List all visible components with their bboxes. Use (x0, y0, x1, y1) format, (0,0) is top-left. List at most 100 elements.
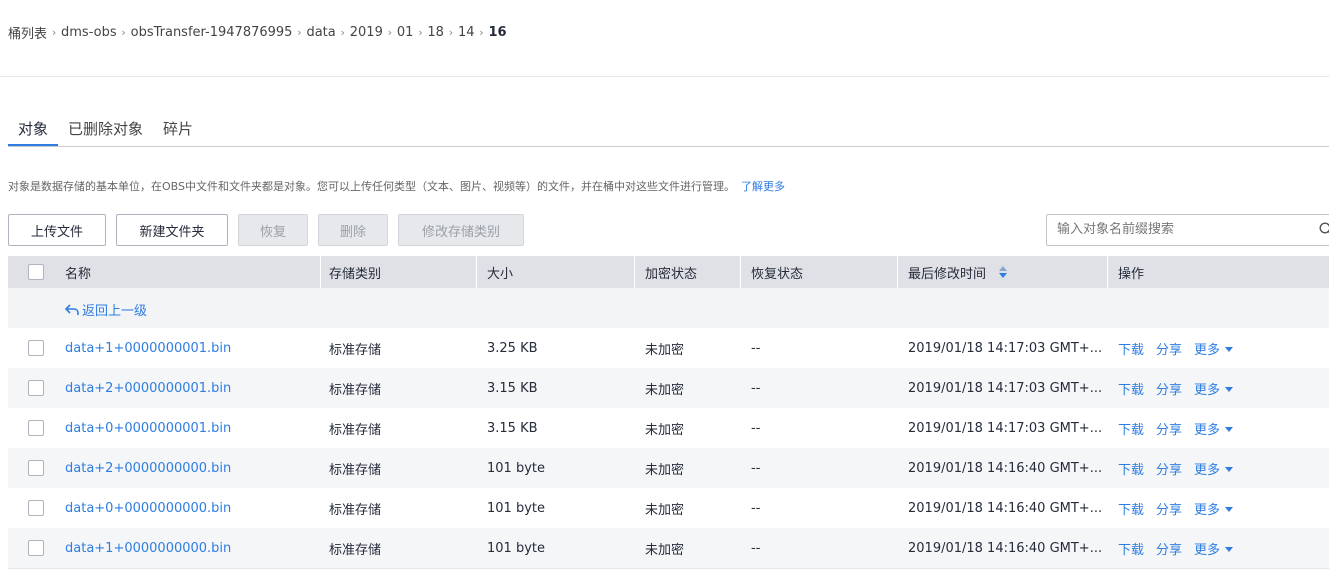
row-checkbox[interactable] (28, 340, 44, 356)
sort-icon[interactable] (998, 265, 1008, 279)
more-label: 更多 (1194, 382, 1221, 398)
breadcrumb-item-folder[interactable]: 2019 (350, 25, 383, 40)
download-link[interactable]: 下载 (1118, 539, 1144, 558)
more-dropdown[interactable]: 更多 (1194, 539, 1234, 558)
restore-status-cell: -- (751, 420, 761, 436)
download-link[interactable]: 下载 (1118, 459, 1144, 478)
tab-objects[interactable]: 对象 (8, 112, 59, 146)
encryption-cell: 未加密 (645, 502, 685, 518)
breadcrumb-item-folder[interactable]: data (306, 25, 335, 40)
select-all-checkbox[interactable] (28, 264, 44, 280)
more-dropdown[interactable]: 更多 (1194, 379, 1234, 398)
search-icon[interactable] (1319, 222, 1329, 236)
row-checkbox[interactable] (28, 500, 44, 516)
column-header-size: 大小 (487, 266, 514, 282)
storage-class-cell: 标准存储 (329, 422, 382, 438)
row-checkbox[interactable] (28, 460, 44, 476)
share-link[interactable]: 分享 (1156, 379, 1182, 398)
share-link[interactable]: 分享 (1156, 419, 1182, 438)
breadcrumb: 桶列表 › dms-obs › obsTransfer-1947876995 ›… (8, 23, 507, 42)
size-cell: 101 byte (487, 460, 545, 476)
caret-down-icon (1225, 546, 1234, 552)
back-to-parent-link[interactable]: 返回上一级 (65, 300, 147, 319)
restore-status-cell: -- (751, 340, 761, 356)
object-name-link[interactable]: data+0+0000000000.bin (65, 488, 231, 528)
row-checkbox[interactable] (28, 420, 44, 436)
upload-file-button[interactable]: 上传文件 (8, 214, 106, 246)
more-label: 更多 (1194, 502, 1221, 518)
share-link[interactable]: 分享 (1156, 339, 1182, 358)
more-dropdown[interactable]: 更多 (1194, 339, 1234, 358)
divider (8, 568, 1329, 569)
chevron-right-icon: › (387, 25, 393, 39)
last-modified-cell: 2019/01/18 14:17:03 GMT+... (908, 340, 1103, 356)
search-box (1046, 214, 1329, 246)
storage-class-cell: 标准存储 (329, 342, 382, 358)
object-name-link[interactable]: data+1+0000000000.bin (65, 528, 231, 568)
storage-class-cell: 标准存储 (329, 502, 382, 518)
size-cell: 3.15 KB (487, 420, 538, 436)
new-folder-button[interactable]: 新建文件夹 (116, 214, 228, 246)
table-row: data+0+0000000001.bin 标准存储 3.15 KB 未加密 -- 201… (8, 408, 1329, 448)
column-header-encryption: 加密状态 (645, 266, 698, 282)
encryption-cell: 未加密 (645, 382, 685, 398)
download-link[interactable]: 下载 (1118, 379, 1144, 398)
table-row: data+2+0000000000.bin 标准存储 101 byte 未加密 -- 20… (8, 448, 1329, 488)
object-name-link[interactable]: data+1+0000000001.bin (65, 328, 231, 368)
divider (8, 146, 1329, 147)
breadcrumb-item-folder[interactable]: 18 (427, 25, 444, 40)
change-storage-class-button[interactable]: 修改存储类别 (398, 214, 524, 246)
divider (1107, 256, 1108, 288)
page-description: 对象是数据存储的基本单位，在OBS中文件和文件夹都是对象。您可以上传任何类型（文… (8, 178, 785, 194)
tab-bar: 对象 已删除对象 碎片 (8, 112, 203, 146)
breadcrumb-item-folder[interactable]: 14 (458, 25, 475, 40)
share-link[interactable]: 分享 (1156, 539, 1182, 558)
last-modified-cell: 2019/01/18 14:16:40 GMT+... (908, 460, 1103, 476)
object-name-link[interactable]: data+2+0000000000.bin (65, 448, 231, 488)
column-header-actions: 操作 (1118, 266, 1145, 282)
table-row: data+1+0000000000.bin 标准存储 101 byte 未加密 -- 20… (8, 528, 1329, 568)
more-dropdown[interactable]: 更多 (1194, 459, 1234, 478)
more-dropdown[interactable]: 更多 (1194, 499, 1234, 518)
caret-down-icon (1225, 346, 1234, 352)
object-name-link[interactable]: data+2+0000000001.bin (65, 368, 231, 408)
breadcrumb-item-bucket-list[interactable]: 桶列表 (8, 23, 47, 42)
search-input[interactable] (1057, 222, 1307, 237)
restore-status-cell: -- (751, 540, 761, 556)
download-link[interactable]: 下载 (1118, 419, 1144, 438)
divider (634, 256, 635, 288)
encryption-cell: 未加密 (645, 342, 685, 358)
row-actions: 下载 分享 更多 (1118, 488, 1234, 528)
table-row: data+1+0000000001.bin 标准存储 3.25 KB 未加密 -- 201… (8, 328, 1329, 368)
tab-fragments[interactable]: 碎片 (153, 112, 203, 146)
row-actions: 下载 分享 更多 (1118, 528, 1234, 568)
last-modified-cell: 2019/01/18 14:17:03 GMT+... (908, 380, 1103, 396)
delete-button[interactable]: 删除 (318, 214, 388, 246)
row-actions: 下载 分享 更多 (1118, 408, 1234, 448)
breadcrumb-item-folder[interactable]: obsTransfer-1947876995 (131, 25, 293, 40)
breadcrumb-item-folder[interactable]: 01 (397, 25, 414, 40)
more-label: 更多 (1194, 542, 1221, 558)
row-checkbox[interactable] (28, 540, 44, 556)
storage-class-cell: 标准存储 (329, 542, 382, 558)
share-link[interactable]: 分享 (1156, 499, 1182, 518)
breadcrumb-item-bucket[interactable]: dms-obs (61, 25, 117, 40)
download-link[interactable]: 下载 (1118, 339, 1144, 358)
column-header-last-modified[interactable]: 最后修改时间 (908, 256, 1008, 288)
column-header-storage-class: 存储类别 (329, 266, 382, 282)
object-name-link[interactable]: data+0+0000000001.bin (65, 408, 231, 448)
download-link[interactable]: 下载 (1118, 499, 1144, 518)
tab-deleted-objects[interactable]: 已删除对象 (58, 112, 153, 146)
more-dropdown[interactable]: 更多 (1194, 419, 1234, 438)
row-checkbox[interactable] (28, 380, 44, 396)
chevron-right-icon: › (479, 25, 484, 39)
learn-more-link[interactable]: 了解更多 (741, 180, 785, 193)
encryption-cell: 未加密 (645, 462, 685, 478)
divider (897, 256, 898, 288)
restore-button[interactable]: 恢复 (238, 214, 308, 246)
share-link[interactable]: 分享 (1156, 459, 1182, 478)
storage-class-cell: 标准存储 (329, 382, 382, 398)
divider (476, 256, 477, 288)
return-arrow-icon (65, 303, 79, 315)
toolbar: 上传文件 新建文件夹 恢复 删除 修改存储类别 (8, 214, 534, 246)
